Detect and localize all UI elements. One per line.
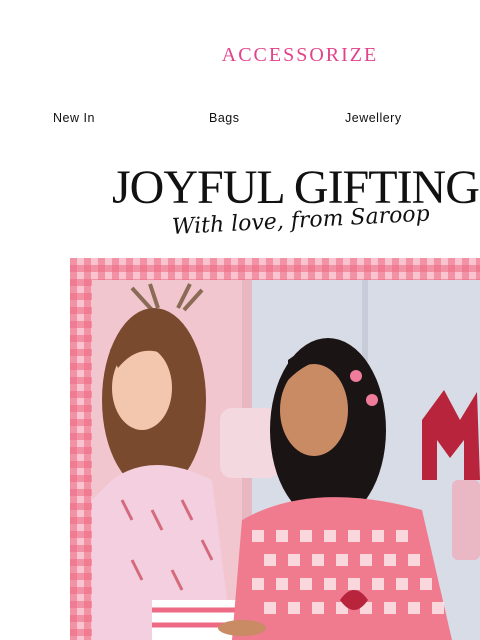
main-nav: New In Bags Jewellery: [0, 111, 480, 127]
nav-item-bags[interactable]: Bags: [209, 111, 240, 125]
nav-item-jewellery[interactable]: Jewellery: [345, 111, 402, 125]
hero-image[interactable]: [92, 280, 480, 640]
hero-photo-illustration: [92, 280, 480, 640]
gingham-frame[interactable]: [70, 258, 480, 640]
nav-item-new-in[interactable]: New In: [53, 111, 95, 125]
brand-logo[interactable]: ACCESSORIZE: [0, 44, 480, 67]
